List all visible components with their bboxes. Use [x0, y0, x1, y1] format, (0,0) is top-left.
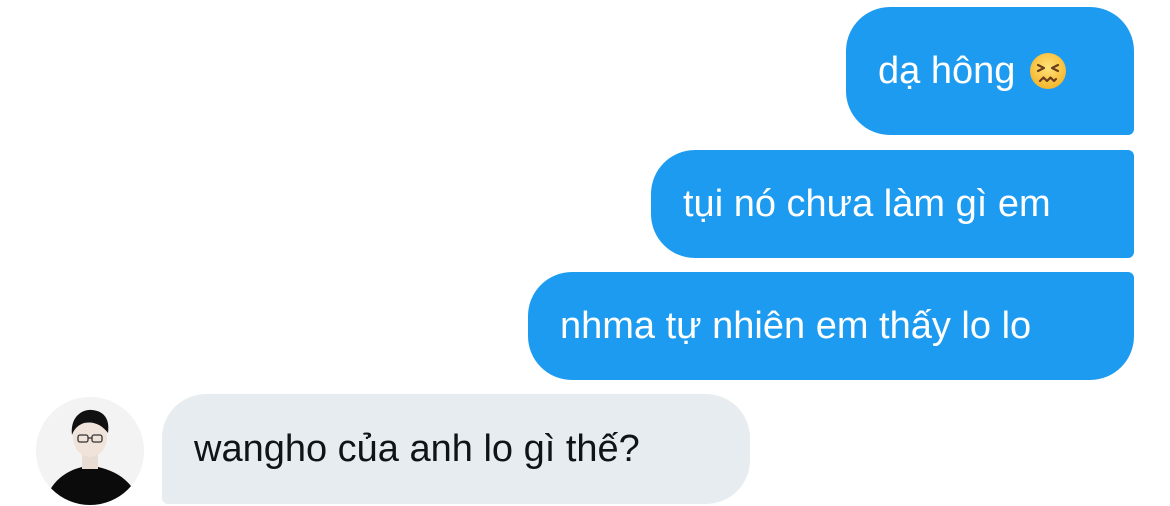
sender-avatar[interactable] — [36, 397, 144, 505]
message-bubble-outgoing[interactable]: nhma tự nhiên em thấy lo lo — [528, 272, 1134, 380]
message-bubble-incoming[interactable]: wangho của anh lo gì thế? — [162, 394, 750, 504]
message-bubble-outgoing[interactable]: tụi nó chưa làm gì em — [651, 150, 1134, 258]
message-text: wangho của anh lo gì thế? — [194, 428, 640, 470]
message-text: dạ hông — [878, 50, 1016, 92]
message-text: nhma tự nhiên em thấy lo lo — [560, 305, 1032, 347]
person-silhouette-icon — [36, 397, 144, 505]
message-text: tụi nó chưa làm gì em — [683, 183, 1051, 225]
confounded-face-emoji-icon — [1029, 52, 1067, 90]
message-bubble-outgoing[interactable]: dạ hông — [846, 7, 1134, 135]
